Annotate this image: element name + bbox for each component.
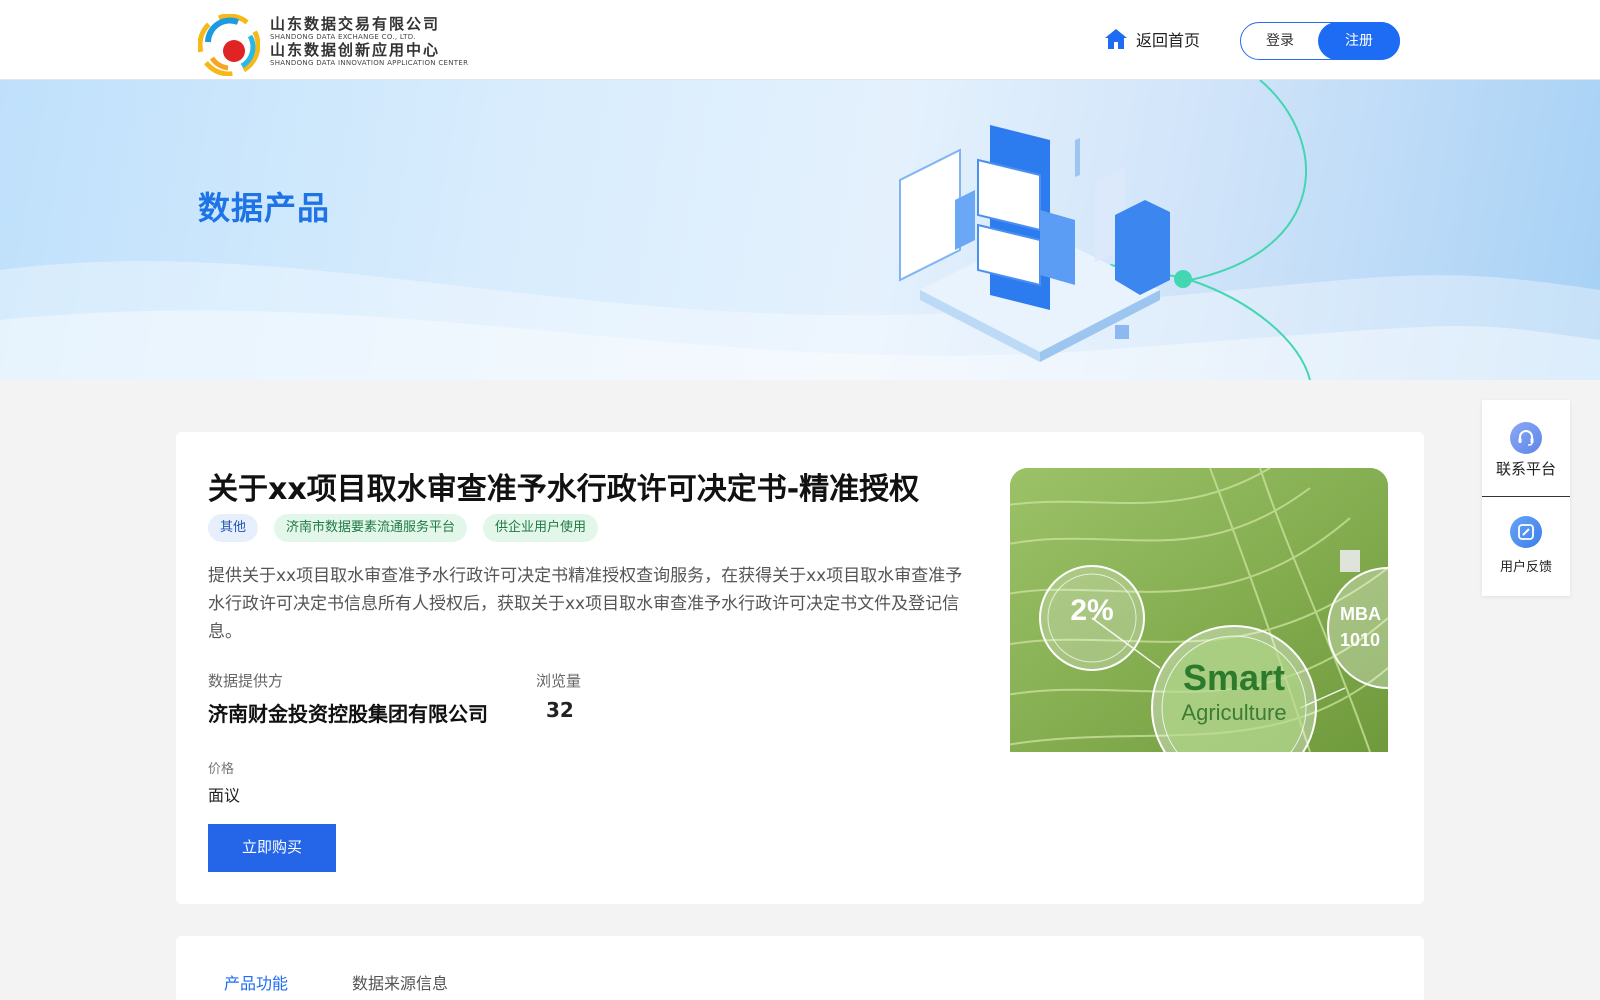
user-feedback-button[interactable]: 用户反馈 <box>1482 498 1570 596</box>
user-feedback-label: 用户反馈 <box>1499 560 1552 575</box>
image-side-text-1: MBA <box>1340 604 1381 624</box>
product-card: 关于xx项目取水审查准予水行政许可决定书-精准授权 其他 济南市数据要素流通服务… <box>176 432 1424 904</box>
detail-tabs: 产品功能 数据来源信息 <box>176 936 1424 1000</box>
home-icon <box>1105 29 1127 49</box>
company-logo[interactable]: 山东数据交易有限公司 SHANDONG DATA EXCHANGE CO., L… <box>198 14 469 76</box>
image-title-text: Smart <box>1183 657 1285 698</box>
image-percent-text: 2% <box>1070 594 1113 627</box>
auth-buttons: 登录 注册 <box>1240 22 1400 60</box>
home-link-label: 返回首页 <box>1136 31 1201 50</box>
price-label: 价格 <box>208 762 235 777</box>
floating-side-panel: 联系平台 用户反馈 <box>1482 400 1570 596</box>
logo-line2-cn: 山东数据创新应用中心 <box>270 41 441 59</box>
logo-text: 山东数据交易有限公司 SHANDONG DATA EXCHANGE CO., L… <box>270 15 469 68</box>
product-title: 关于xx项目取水审查准予水行政许可决定书-精准授权 <box>208 472 920 507</box>
provider-value: 济南财金投资控股集团有限公司 <box>208 702 488 726</box>
register-button[interactable]: 注册 <box>1318 22 1400 60</box>
tab-product-function[interactable]: 产品功能 <box>224 970 288 994</box>
buy-now-button[interactable]: 立即购买 <box>208 824 336 872</box>
login-button[interactable]: 登录 <box>1241 23 1319 59</box>
views-label: 浏览量 <box>536 672 582 690</box>
hero-banner: 数据产品 <box>0 80 1600 380</box>
smart-agriculture-image: 2% Smart Agriculture MBA 1010 <box>1010 468 1388 752</box>
views-count: 32 <box>546 698 574 722</box>
logo-line2-en: SHANDONG DATA INNOVATION APPLICATION CEN… <box>270 59 469 67</box>
product-tags: 其他 济南市数据要素流通服务平台 供企业用户使用 <box>208 514 614 542</box>
tag-platform: 济南市数据要素流通服务平台 <box>274 514 468 542</box>
product-image: 2% Smart Agriculture MBA 1010 <box>1010 468 1388 752</box>
tag-usage: 供企业用户使用 <box>483 514 599 542</box>
tag-category: 其他 <box>208 514 259 542</box>
tab-data-source[interactable]: 数据来源信息 <box>352 970 448 994</box>
product-description: 提供关于xx项目取水审查准予水行政许可决定书精准授权查询服务，在获得关于xx项目… <box>208 566 963 642</box>
contact-platform-button[interactable]: 联系平台 <box>1482 400 1570 497</box>
top-header: 山东数据交易有限公司 SHANDONG DATA EXCHANGE CO., L… <box>0 0 1600 80</box>
page-title: 数据产品 <box>198 189 331 227</box>
contact-platform-label: 联系平台 <box>1495 460 1556 478</box>
home-link[interactable]: 返回首页 <box>1104 26 1200 52</box>
provider-label: 数据提供方 <box>208 672 284 690</box>
logo-line1-cn: 山东数据交易有限公司 <box>270 15 441 33</box>
banner-illustration <box>0 80 1600 380</box>
edit-icon <box>1510 516 1542 548</box>
price-value: 面议 <box>208 786 241 805</box>
headset-icon <box>1510 422 1542 454</box>
image-subtitle-text: Agriculture <box>1181 700 1286 725</box>
image-side-text-2: 1010 <box>1340 630 1380 650</box>
logo-mark-icon <box>198 14 260 76</box>
